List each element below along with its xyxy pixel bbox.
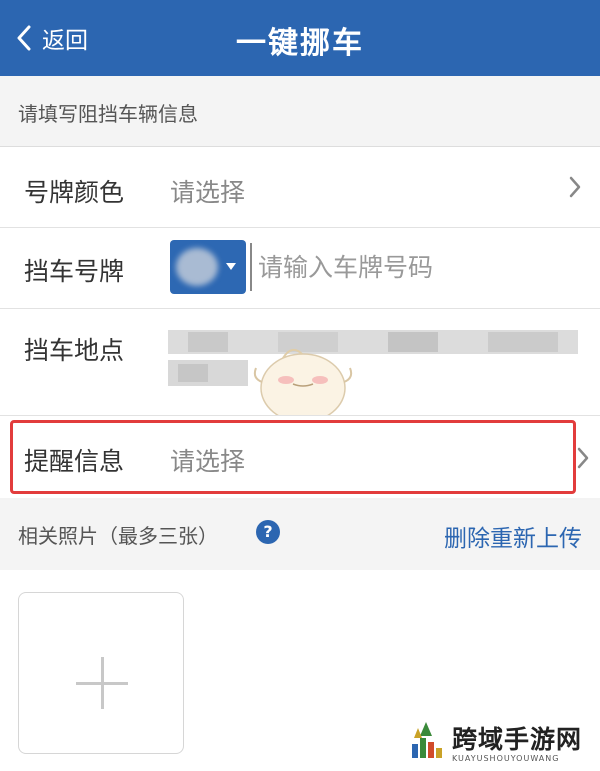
delete-reupload-button[interactable]: 删除重新上传 [444, 519, 582, 553]
add-photo-button[interactable] [18, 592, 184, 754]
watermark-mascot-icon [253, 348, 353, 423]
help-icon[interactable]: ? [256, 520, 280, 544]
site-watermark: 跨域手游网 KUAYUSHOUYOUWANG [406, 718, 596, 770]
page-title: 一键挪车 [236, 26, 364, 61]
watermark-logo-icon [412, 722, 442, 758]
highlight-box [10, 420, 576, 494]
photos-header: 相关照片（最多三张） ? 删除重新上传 [0, 500, 600, 570]
location-value-blurred [168, 330, 578, 390]
plus-icon-vertical [101, 657, 104, 709]
form-hint-bar: 请填写阻挡车辆信息 [0, 76, 600, 147]
photos-title: 相关照片（最多三张） [18, 524, 218, 548]
watermark-name: 跨域手游网 [452, 725, 583, 754]
plate-number-input[interactable] [250, 243, 594, 291]
location-label: 挡车地点 [24, 336, 125, 365]
plate-number-label: 挡车号牌 [24, 257, 125, 286]
plate-color-label: 号牌颜色 [24, 178, 125, 207]
caret-down-icon [226, 263, 236, 270]
chevron-right-icon [577, 447, 589, 469]
plate-color-value: 请选择 [170, 178, 246, 207]
chevron-right-icon [569, 176, 581, 198]
plate-region-select[interactable] [170, 240, 246, 294]
plate-color-row[interactable]: 号牌颜色 请选择 [0, 147, 600, 227]
nav-bar: 返回 一键挪车 [0, 0, 600, 76]
form-hint: 请填写阻挡车辆信息 [18, 102, 198, 126]
watermark-subtitle: KUAYUSHOUYOUWANG [452, 754, 560, 763]
plate-region-value [176, 248, 218, 286]
